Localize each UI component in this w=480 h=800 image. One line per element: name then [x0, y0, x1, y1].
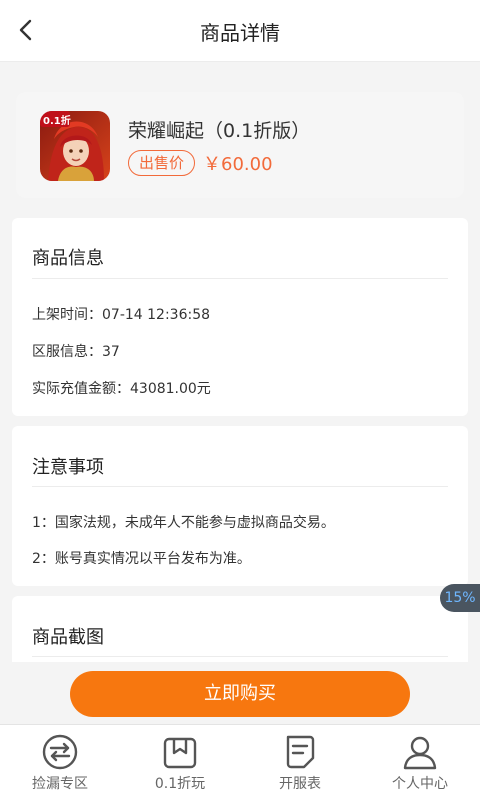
server-info: 区服信息：37: [32, 344, 120, 360]
page-title: 商品详情: [200, 21, 280, 45]
product-summary-card: 0.1折 荣耀崛起（0.1折版） 出售价 ￥60.00: [16, 92, 464, 198]
screenshots-card: 商品截图: [12, 596, 468, 662]
tab-bargain-zone[interactable]: 捡漏专区: [0, 725, 120, 800]
sale-price-tag: 出售价: [128, 150, 196, 176]
product-info-card: 商品信息 上架时间：07-14 12:36:58 区服信息：37 实际充值金额：…: [12, 218, 468, 416]
notice-item: 1：国家法规，未成年人不能参与虚拟商品交易。: [32, 515, 335, 531]
price-value: ￥60.00: [203, 154, 273, 175]
bottom-tab-bar: 捡漏专区 0.1折玩 开服表 个人中心: [0, 724, 480, 800]
tab-label: 捡漏专区: [32, 776, 88, 792]
gift-box-icon: [163, 737, 197, 769]
notice-item: 2：账号真实情况以平台发布为准。: [32, 551, 251, 567]
top-bar: 商品详情: [0, 0, 480, 62]
tab-discount-play[interactable]: 0.1折玩: [120, 725, 240, 800]
document-list-icon: [286, 735, 315, 769]
tab-label: 开服表: [279, 776, 321, 792]
floating-progress-badge[interactable]: 15%: [440, 584, 480, 612]
buy-now-button[interactable]: 立即购买: [70, 671, 410, 717]
notice-card: 注意事项 1：国家法规，未成年人不能参与虚拟商品交易。 2：账号真实情况以平台发…: [12, 426, 468, 586]
game-thumbnail[interactable]: 0.1折: [40, 111, 110, 181]
tab-server-schedule[interactable]: 开服表: [240, 725, 360, 800]
price-row: 出售价 ￥60.00: [128, 149, 273, 177]
tab-profile[interactable]: 个人中心: [360, 725, 480, 800]
divider: [32, 486, 448, 487]
product-name: 荣耀崛起（0.1折版）: [128, 120, 311, 142]
tab-label: 个人中心: [392, 776, 448, 792]
divider: [32, 278, 448, 279]
discount-badge: 0.1折: [43, 116, 71, 127]
list-time: 上架时间：07-14 12:36:58: [32, 307, 211, 323]
recharge-amount: 实际充值金额：43081.00元: [32, 381, 211, 397]
section-title: 商品信息: [32, 248, 104, 269]
section-title: 商品截图: [32, 627, 104, 648]
tab-label: 0.1折玩: [154, 776, 206, 792]
swap-arrows-icon: [42, 734, 78, 770]
user-icon: [403, 736, 437, 770]
section-title: 注意事项: [32, 457, 104, 478]
divider: [32, 656, 448, 657]
